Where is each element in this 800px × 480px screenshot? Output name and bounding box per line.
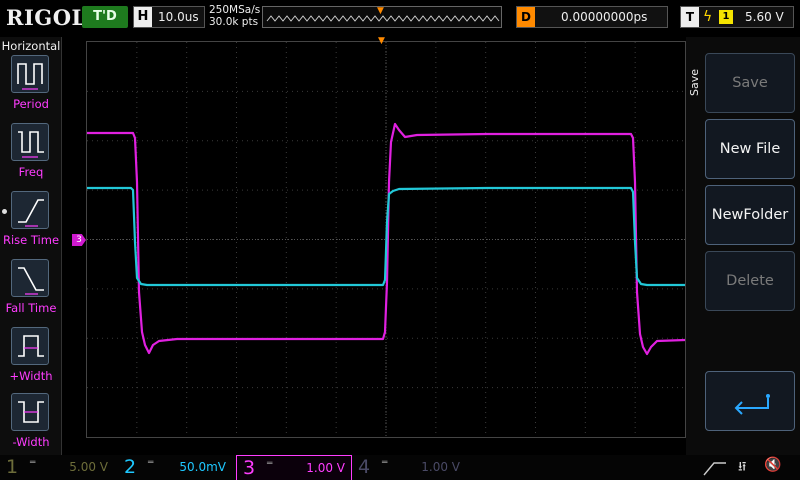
- delay-box[interactable]: D 0.00000000ps: [516, 6, 668, 28]
- dc-coupling-icon: ═: [382, 458, 388, 468]
- top-status-bar: RIGOL T'D H 10.0us 250MSa/s 30.0k pts ▼ …: [0, 0, 800, 36]
- measure-item-freq[interactable]: Freq: [0, 123, 62, 187]
- measure-label: -Width: [12, 435, 50, 449]
- dc-coupling-icon: ═: [30, 458, 36, 468]
- save-menu-title-text: Save: [688, 68, 701, 96]
- trigger-tag: T: [681, 7, 699, 27]
- menu-title: Horizontal: [1, 39, 61, 53]
- period-icon: [11, 55, 49, 93]
- channel-number: 2: [124, 456, 137, 478]
- channel-scale: 1.00 V: [306, 461, 345, 475]
- delay-value: 0.00000000ps: [561, 10, 648, 24]
- measure-label: +Width: [9, 369, 53, 383]
- channel-number: 4: [358, 456, 371, 478]
- mute-icon[interactable]: 🔇: [764, 457, 781, 473]
- positive-width-icon: [11, 327, 49, 365]
- menu-arrow-icon[interactable]: [700, 455, 730, 480]
- dc-coupling-icon: ═: [267, 459, 273, 469]
- new-file-button[interactable]: New File: [705, 119, 795, 179]
- brand-logo: RIGOL: [6, 5, 87, 30]
- channel-scale: 5.00 V: [69, 460, 108, 474]
- timebase-tag: H: [134, 7, 152, 27]
- save-menu-title: Save: [686, 56, 704, 96]
- timebase-box[interactable]: H 10.0us: [133, 6, 205, 28]
- measure-label: Period: [13, 97, 49, 111]
- measure-label: Freq: [18, 165, 44, 179]
- measure-label: Fall Time: [5, 301, 57, 315]
- trigger-position-icon[interactable]: ▼: [378, 36, 385, 46]
- sample-rate: 250MSa/s: [209, 4, 261, 16]
- channel-scale: 50.0mV: [179, 460, 226, 474]
- memory-depth: 30.0k pts: [209, 16, 259, 28]
- memory-trigger-position-icon: ▼: [377, 6, 384, 16]
- run-state-badge[interactable]: T'D: [82, 6, 128, 28]
- back-button[interactable]: [705, 371, 795, 431]
- freq-icon: [11, 123, 49, 161]
- negative-width-icon: [11, 393, 49, 431]
- measure-item-positive-width[interactable]: +Width: [0, 327, 62, 391]
- timebase-value: 10.0us: [158, 10, 199, 24]
- measure-label: Rise Time: [2, 233, 60, 247]
- channel-1-status[interactable]: 1 ═ 5.00 V: [0, 455, 116, 480]
- waveform-graticule: [87, 42, 685, 437]
- usb-icon: ⭿: [738, 460, 747, 475]
- channel-status-bar: 1 ═ 5.00 V 2 ═ 50.0mV 3 ═ 1.00 V 4 ═ 1.0…: [0, 455, 800, 480]
- channel-scale: 1.00 V: [421, 460, 460, 474]
- acquisition-info: 250MSa/s 30.0k pts: [209, 4, 260, 28]
- save-button[interactable]: Save: [705, 53, 795, 113]
- channel-3-status[interactable]: 3 ═ 1.00 V: [236, 455, 352, 480]
- trigger-box[interactable]: T ϟ 1 5.60 V: [680, 6, 794, 28]
- rise-time-icon: [11, 191, 49, 229]
- measure-item-rise-time[interactable]: Rise Time: [0, 191, 62, 255]
- measure-item-period[interactable]: Period: [0, 55, 62, 119]
- memory-map[interactable]: ▼: [262, 6, 502, 28]
- measure-item-fall-time[interactable]: Fall Time: [0, 259, 62, 323]
- delete-button[interactable]: Delete: [705, 251, 795, 311]
- horizontal-measure-menu: Horizontal Period Freq Rise Time Fall Ti…: [0, 37, 62, 455]
- channel-number: 1: [6, 456, 19, 478]
- delay-tag: D: [517, 7, 535, 27]
- waveform-display[interactable]: [86, 41, 686, 438]
- channel-4-status[interactable]: 4 ═ 1.00 V: [352, 455, 468, 480]
- rising-edge-icon: ϟ: [703, 9, 713, 25]
- channel-2-status[interactable]: 2 ═ 50.0mV: [118, 455, 234, 480]
- new-folder-button[interactable]: NewFolder: [705, 185, 795, 245]
- trigger-level-value: 5.60 V: [745, 10, 784, 24]
- trigger-source: 1: [719, 10, 733, 24]
- fall-time-icon: [11, 259, 49, 297]
- channel-number: 3: [243, 457, 256, 479]
- return-arrow-icon: [734, 394, 770, 415]
- measure-item-negative-width[interactable]: -Width: [0, 393, 62, 457]
- ch3-offset-marker[interactable]: 3: [72, 234, 86, 246]
- dc-coupling-icon: ═: [148, 458, 154, 468]
